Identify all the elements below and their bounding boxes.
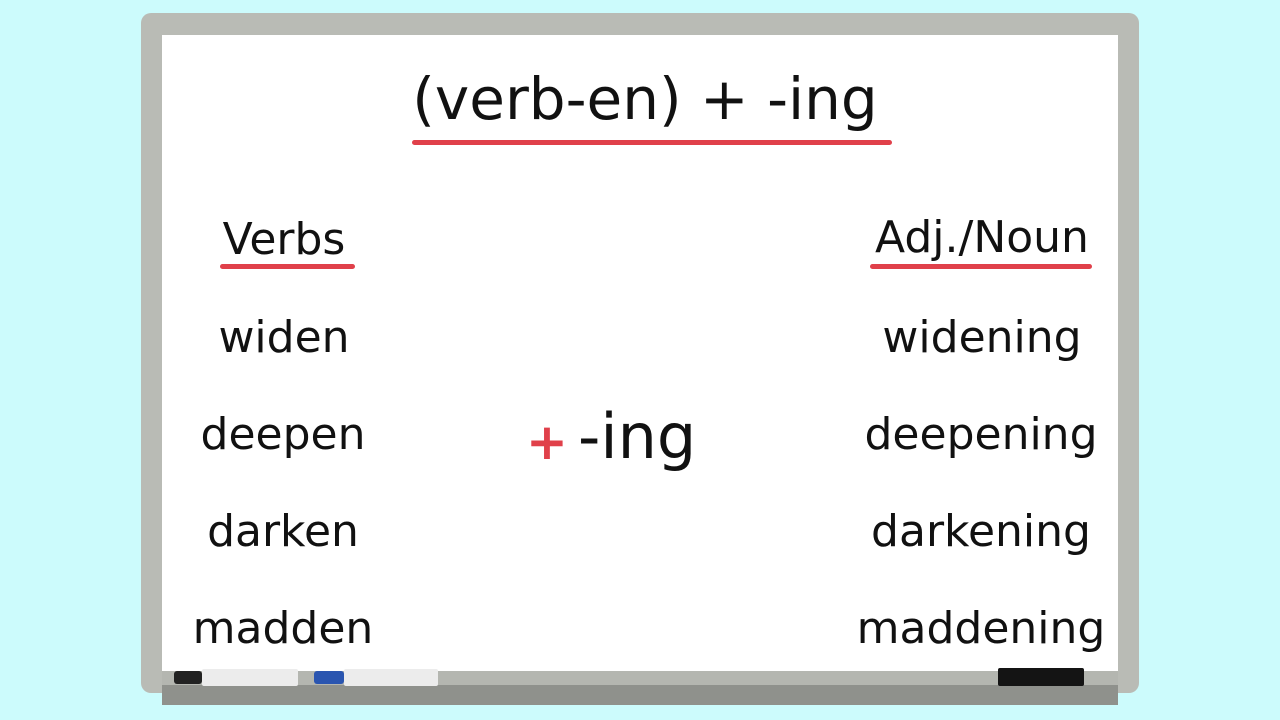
adj-noun-header: Adj./Noun xyxy=(875,212,1089,263)
verbs-header: Verbs xyxy=(222,214,346,265)
plus-sign: + xyxy=(526,413,568,471)
form-item: darkening xyxy=(871,506,1091,557)
page-title: (verb-en) + -ing xyxy=(412,65,878,133)
verb-item: madden xyxy=(192,603,374,654)
title-underline xyxy=(412,140,892,145)
blue-marker-body xyxy=(344,669,438,686)
black-marker-body xyxy=(202,669,298,686)
blue-marker-cap xyxy=(314,671,344,684)
blue-marker-icon[interactable] xyxy=(314,669,438,686)
verb-item: deepen xyxy=(200,409,366,460)
black-marker-cap xyxy=(174,671,202,684)
whiteboard-scene: (verb-en) + -ing Verbs Adj./Noun widen d… xyxy=(0,0,1280,720)
marker-tray xyxy=(162,685,1118,705)
verb-item: widen xyxy=(218,312,350,363)
verb-item: darken xyxy=(207,506,359,557)
form-item: deepening xyxy=(864,409,1098,460)
black-marker-icon[interactable] xyxy=(174,669,298,686)
form-item: widening xyxy=(882,312,1082,363)
ing-suffix: -ing xyxy=(578,400,697,473)
adj-noun-header-underline xyxy=(870,264,1092,269)
form-item: maddening xyxy=(856,603,1106,654)
verbs-header-underline xyxy=(220,264,355,269)
eraser-icon[interactable] xyxy=(998,668,1084,686)
